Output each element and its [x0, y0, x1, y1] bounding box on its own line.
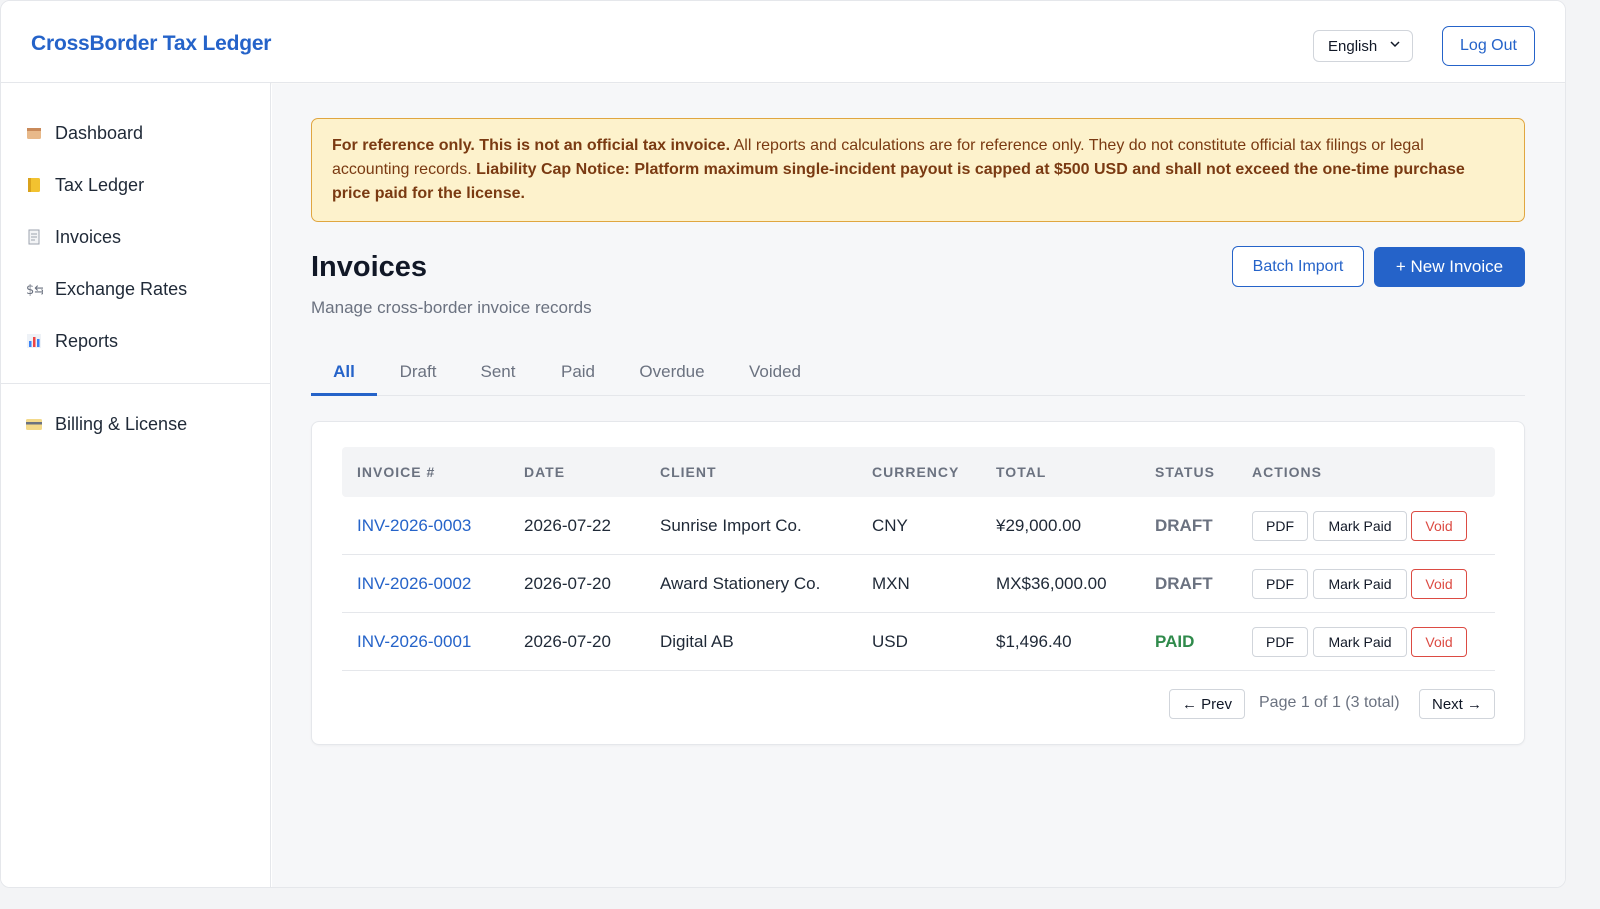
- sidebar-item-invoices[interactable]: Invoices: [1, 217, 270, 257]
- sidebar-item-exchange-rates[interactable]: $⇆ Exchange Rates: [1, 269, 270, 309]
- svg-text:$⇆: $⇆: [26, 283, 43, 298]
- invoice-client: Award Stationery Co.: [660, 574, 821, 593]
- void-button[interactable]: Void: [1411, 569, 1467, 599]
- sidebar-item-label: Billing & License: [55, 413, 188, 434]
- column-header-currency: CURRENCY: [872, 464, 960, 480]
- app-header: CrossBorder Tax Ledger English Log Out: [1, 1, 1565, 83]
- tab-sent[interactable]: Sent: [471, 354, 525, 396]
- mark-paid-button[interactable]: Mark Paid: [1313, 627, 1407, 657]
- sidebar-item-tax-ledger[interactable]: Tax Ledger: [1, 165, 270, 205]
- tab-overdue[interactable]: Overdue: [630, 354, 714, 396]
- notice-liability-text: Liability Cap Notice: Platform maximum s…: [332, 161, 1465, 202]
- void-button[interactable]: Void: [1411, 511, 1467, 541]
- table-header: INVOICE # DATE CLIENT CURRENCY TOTAL STA…: [342, 447, 1495, 497]
- column-header-actions: ACTIONS: [1252, 464, 1322, 480]
- invoice-total: ¥29,000.00: [996, 516, 1082, 535]
- page-title: Invoices: [311, 251, 428, 283]
- batch-import-button[interactable]: Batch Import: [1232, 246, 1364, 287]
- table-row: INV-2026-0001 2026-07-20 Digital AB USD …: [342, 613, 1495, 671]
- exchange-icon: $⇆: [25, 280, 45, 298]
- void-button[interactable]: Void: [1411, 627, 1467, 657]
- invoice-currency: CNY: [872, 516, 908, 535]
- sidebar-item-reports[interactable]: Reports: [1, 321, 270, 361]
- status-badge: DRAFT: [1155, 516, 1213, 535]
- table-row: INV-2026-0002 2026-07-20 Award Stationer…: [342, 555, 1495, 613]
- page-subtitle: Manage cross-border invoice records: [311, 298, 592, 317]
- invoice-total: MX$36,000.00: [996, 574, 1107, 593]
- sidebar-item-label: Invoices: [55, 226, 122, 247]
- invoice-icon: [25, 228, 43, 246]
- sidebar-item-billing-license[interactable]: Billing & License: [1, 404, 270, 444]
- invoice-currency: MXN: [872, 574, 910, 593]
- column-header-total: TOTAL: [996, 464, 1047, 480]
- language-select[interactable]: English: [1313, 30, 1413, 62]
- pagination-info: Page 1 of 1 (3 total): [1259, 694, 1400, 711]
- chart-icon: [25, 332, 43, 350]
- notice-reference-text: For reference only. This is not an offic…: [332, 137, 731, 154]
- chevron-down-icon: [1390, 41, 1400, 48]
- new-invoice-button[interactable]: + New Invoice: [1374, 247, 1525, 287]
- tab-all[interactable]: All: [311, 354, 377, 396]
- sidebar-item-dashboard[interactable]: Dashboard: [1, 113, 270, 153]
- table-row: INV-2026-0003 2026-07-22 Sunrise Import …: [342, 497, 1495, 555]
- invoice-number-link[interactable]: INV-2026-0001: [357, 632, 471, 652]
- app-window: CrossBorder Tax Ledger English Log Out D…: [0, 0, 1566, 888]
- tab-draft[interactable]: Draft: [389, 354, 447, 396]
- invoice-date: 2026-07-20: [524, 574, 611, 593]
- invoice-client: Digital AB: [660, 632, 734, 651]
- invoice-table-card: INVOICE # DATE CLIENT CURRENCY TOTAL STA…: [311, 421, 1525, 745]
- column-header-invoice: INVOICE #: [357, 464, 436, 480]
- invoice-date: 2026-07-20: [524, 632, 611, 651]
- main-content: For reference only. This is not an offic…: [272, 84, 1565, 887]
- sidebar-item-label: Tax Ledger: [55, 174, 145, 195]
- dashboard-icon: [25, 124, 43, 142]
- status-badge: PAID: [1155, 632, 1195, 651]
- column-header-status: STATUS: [1155, 464, 1215, 480]
- pdf-button[interactable]: PDF: [1252, 627, 1308, 657]
- ledger-icon: [25, 176, 43, 194]
- language-select-value: English: [1328, 37, 1378, 55]
- invoice-currency: USD: [872, 632, 908, 651]
- tab-voided[interactable]: Voided: [739, 354, 811, 396]
- invoice-number-link[interactable]: INV-2026-0002: [357, 574, 471, 594]
- mark-paid-button[interactable]: Mark Paid: [1313, 511, 1407, 541]
- disclaimer-notice: For reference only. This is not an offic…: [311, 118, 1525, 222]
- pdf-button[interactable]: PDF: [1252, 569, 1308, 599]
- column-header-date: DATE: [524, 464, 566, 480]
- status-tabs: All Draft Sent Paid Overdue Voided: [311, 354, 1525, 396]
- invoice-total: $1,496.40: [996, 632, 1072, 651]
- mark-paid-button[interactable]: Mark Paid: [1313, 569, 1407, 599]
- sidebar: Dashboard Tax Ledger Invoices $⇆ Exchang…: [1, 83, 271, 887]
- invoice-number-link[interactable]: INV-2026-0003: [357, 516, 471, 536]
- next-page-button[interactable]: Next →: [1419, 689, 1495, 719]
- sidebar-item-label: Exchange Rates: [55, 278, 188, 299]
- tab-paid[interactable]: Paid: [551, 354, 605, 396]
- sidebar-divider: [1, 383, 270, 384]
- card-icon: [25, 415, 43, 433]
- invoice-client: Sunrise Import Co.: [660, 516, 802, 535]
- sidebar-item-label: Dashboard: [55, 122, 144, 143]
- sidebar-item-label: Reports: [55, 330, 119, 351]
- invoice-date: 2026-07-22: [524, 516, 611, 535]
- logout-button[interactable]: Log Out: [1442, 26, 1535, 66]
- brand-logo-text[interactable]: CrossBorder Tax Ledger: [31, 32, 271, 56]
- pdf-button[interactable]: PDF: [1252, 511, 1308, 541]
- prev-page-button[interactable]: ← Prev: [1169, 689, 1245, 719]
- column-header-client: CLIENT: [660, 464, 717, 480]
- status-badge: DRAFT: [1155, 574, 1213, 593]
